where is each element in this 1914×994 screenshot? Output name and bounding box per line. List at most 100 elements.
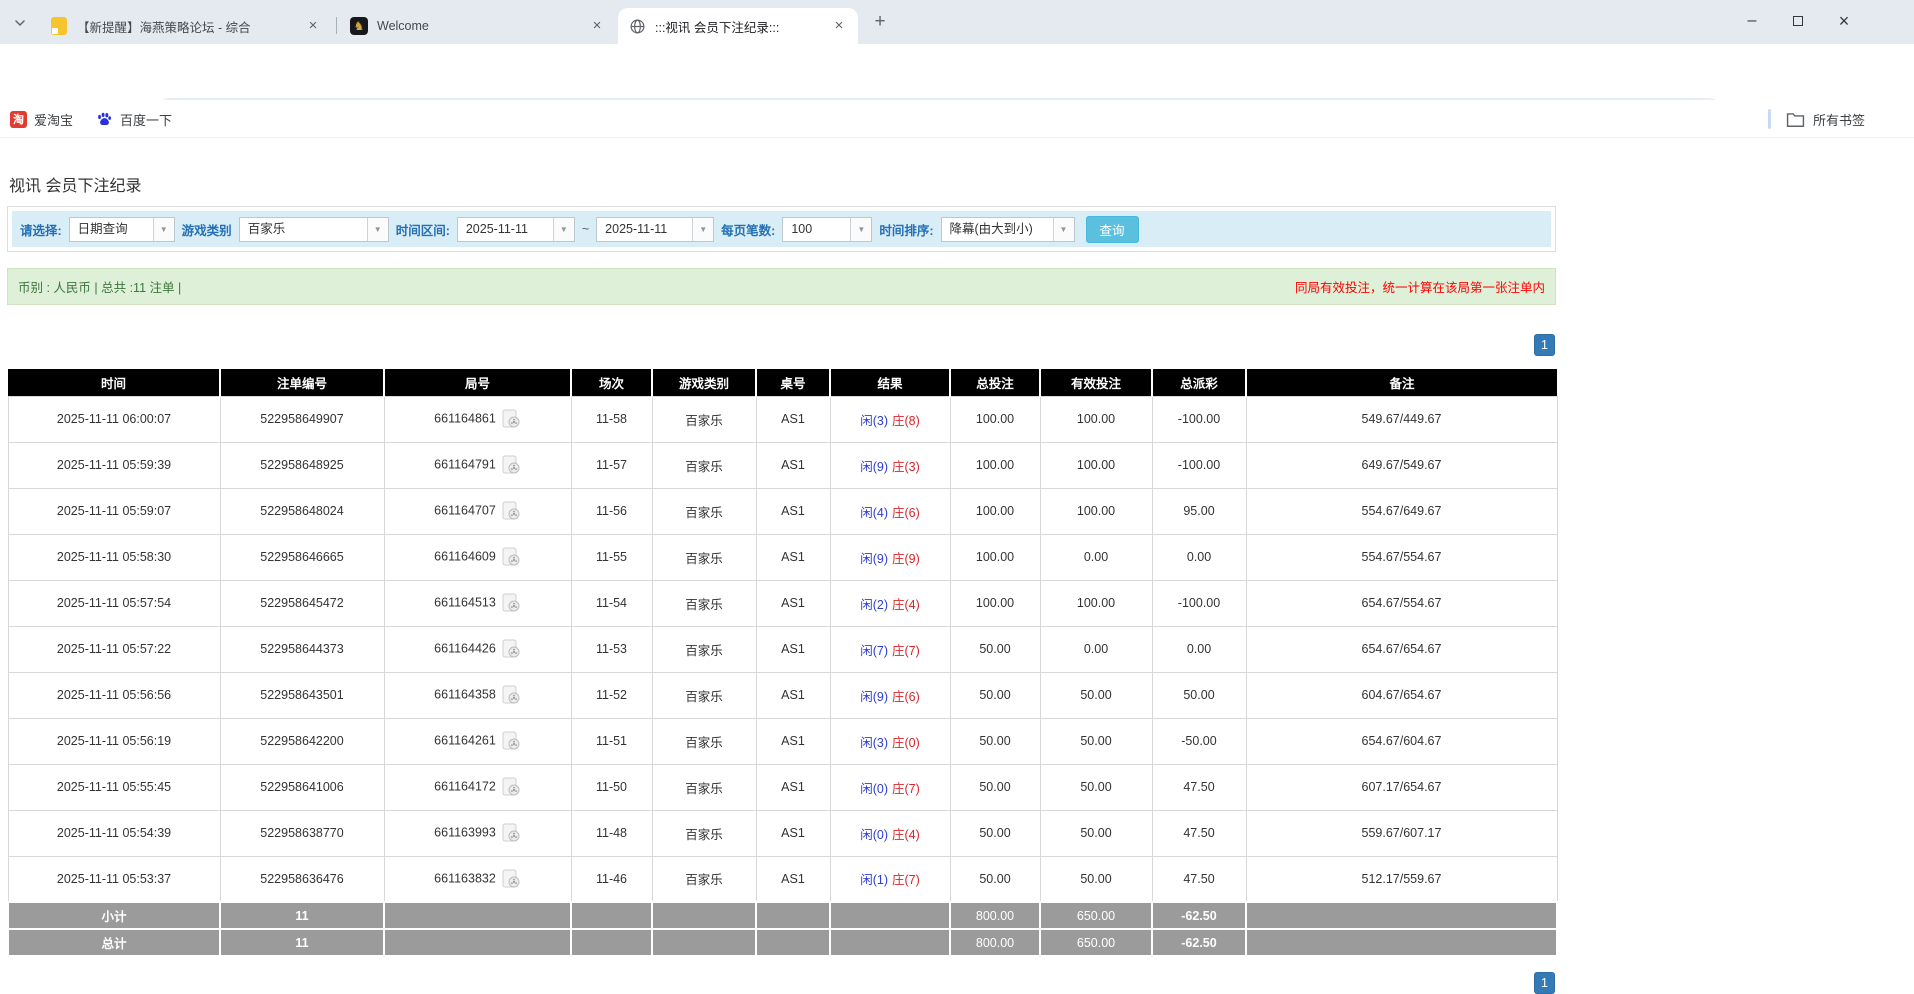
window-close-button[interactable]: × xyxy=(1821,0,1867,42)
window-maximize-button[interactable] xyxy=(1775,0,1821,42)
bookmarks-separator xyxy=(1768,109,1771,129)
tab-betrecord-active[interactable]: :::视讯 会员下注纪录::: × xyxy=(618,8,858,44)
tab-close-icon[interactable]: × xyxy=(304,17,322,35)
cell-total-bet[interactable]: 100.00 xyxy=(949,441,1041,489)
cell-total-bet[interactable]: 50.00 xyxy=(949,717,1041,765)
game-video-icon[interactable] xyxy=(501,409,521,429)
game-video-icon[interactable] xyxy=(501,593,521,613)
tab-title: Welcome xyxy=(377,19,429,33)
cell-result: 闲(9) 庄(3) xyxy=(829,441,951,489)
pagination-page-1-top[interactable]: 1 xyxy=(1534,334,1555,356)
game-video-icon[interactable] xyxy=(501,685,521,705)
query-mode-select[interactable]: 日期查询 ▼ xyxy=(68,216,175,242)
chevron-down-icon[interactable]: ▼ xyxy=(366,217,388,241)
game-video-icon[interactable] xyxy=(501,501,521,521)
banker-result: 庄(7) xyxy=(892,643,920,658)
date-from-select[interactable]: 2025-11-11 ▼ xyxy=(456,216,575,242)
cell-total-bet[interactable]: 50.00 xyxy=(949,763,1041,811)
search-button[interactable]: 查询 xyxy=(1085,215,1139,243)
chevron-down-icon[interactable]: ▼ xyxy=(152,217,174,241)
cell-game-type: 百家乐 xyxy=(651,809,757,857)
cell-time: 2025-11-11 05:59:07 xyxy=(7,487,221,535)
header-round-no: 局号 xyxy=(383,369,571,396)
player-result: 闲(9) xyxy=(860,551,888,566)
date-to-select[interactable]: 2025-11-11 ▼ xyxy=(596,216,715,242)
cell-total-bet[interactable]: 100.00 xyxy=(949,533,1041,581)
window-minimize-button[interactable]: – xyxy=(1729,0,1775,42)
cell-note: 649.67/549.67 xyxy=(1245,441,1558,489)
folder-icon xyxy=(1786,111,1805,128)
tab-welcome[interactable]: ♞ Welcome × xyxy=(340,8,616,44)
tab-search-chevron-icon[interactable] xyxy=(10,13,30,33)
filter-panel: 请选择: 日期查询 ▼ 游戏类别 百家乐 ▼ 时间区间: 2025-11-11 … xyxy=(7,206,1556,252)
tab-close-icon[interactable]: × xyxy=(830,17,848,35)
game-video-icon[interactable] xyxy=(501,823,521,843)
tab-title: :::视讯 会员下注纪录::: xyxy=(655,20,780,35)
cell-bet-no: 522958643501 xyxy=(219,671,385,719)
chevron-down-icon[interactable]: ▼ xyxy=(692,217,714,241)
game-type-select[interactable]: 百家乐 ▼ xyxy=(238,216,389,242)
player-result: 闲(0) xyxy=(860,827,888,842)
cell-time: 2025-11-11 05:56:19 xyxy=(7,717,221,765)
header-valid-bet: 有效投注 xyxy=(1039,369,1152,396)
cell-round-no: 661163993 xyxy=(383,809,572,857)
bookmarks-bar: 淘 爱淘宝 百度一下 所有书签 xyxy=(0,100,1914,138)
cell-note: 604.67/654.67 xyxy=(1245,671,1558,719)
cell-total-bet[interactable]: 50.00 xyxy=(949,625,1041,673)
cell-game-type: 百家乐 xyxy=(651,717,757,765)
chevron-down-icon[interactable]: ▼ xyxy=(1052,217,1074,241)
cell-total-bet[interactable]: 50.00 xyxy=(949,855,1041,903)
cell-time: 2025-11-11 05:58:30 xyxy=(7,533,221,581)
new-tab-button[interactable]: + xyxy=(868,10,892,34)
bookmark-baidu[interactable]: 百度一下 xyxy=(96,108,172,130)
cell-bet-no: 522958648024 xyxy=(219,487,385,535)
cell-result: 闲(1) 庄(7) xyxy=(829,855,951,903)
header-total-bet: 总投注 xyxy=(949,369,1040,396)
bookmark-taobao[interactable]: 淘 爱淘宝 xyxy=(10,108,73,130)
cell-game-type: 百家乐 xyxy=(651,625,757,673)
per-page-select[interactable]: 100 ▼ xyxy=(782,216,873,242)
chevron-down-icon[interactable]: ▼ xyxy=(552,217,574,241)
cell-bet-no: 522958645472 xyxy=(219,579,385,627)
all-bookmarks-button[interactable]: 所有书签 xyxy=(1786,108,1865,130)
cell-total-bet[interactable]: 100.00 xyxy=(949,579,1041,627)
grand-total-valid-bet: 650.00 xyxy=(1039,928,1153,957)
currency-summary: 币别 : 人民币 | 总共 :11 注单 | xyxy=(18,281,182,295)
game-video-icon[interactable] xyxy=(501,777,521,797)
game-video-icon[interactable] xyxy=(501,731,521,751)
cell-total-bet[interactable]: 100.00 xyxy=(949,395,1041,443)
cell-payout: -100.00 xyxy=(1151,395,1247,443)
cell-time: 2025-11-11 05:56:56 xyxy=(7,671,221,719)
cell-total-bet[interactable]: 50.00 xyxy=(949,671,1041,719)
cell-round-no: 661164513 xyxy=(383,579,572,627)
sort-order-select[interactable]: 降幕(由大到小) ▼ xyxy=(940,216,1075,242)
cell-total-bet[interactable]: 100.00 xyxy=(949,487,1041,535)
cell-round-no: 661164707 xyxy=(383,487,572,535)
maximize-icon xyxy=(1793,16,1803,26)
filter-bar: 请选择: 日期查询 ▼ 游戏类别 百家乐 ▼ 时间区间: 2025-11-11 … xyxy=(12,211,1551,247)
cell-bet-no: 522958648925 xyxy=(219,441,385,489)
player-result: 闲(7) xyxy=(860,643,888,658)
all-bookmarks-label: 所有书签 xyxy=(1813,112,1866,128)
banker-result: 庄(8) xyxy=(892,413,920,428)
cell-table-no: AS1 xyxy=(755,579,831,627)
cell-table-no: AS1 xyxy=(755,533,831,581)
tab-close-icon[interactable]: × xyxy=(588,17,606,35)
game-video-icon[interactable] xyxy=(501,455,521,475)
cell-time: 2025-11-11 06:00:07 xyxy=(7,395,221,443)
game-video-icon[interactable] xyxy=(501,869,521,889)
game-video-icon[interactable] xyxy=(501,547,521,567)
chevron-down-icon[interactable]: ▼ xyxy=(850,217,872,241)
cell-session: 11-50 xyxy=(570,763,653,811)
cell-note: 559.67/607.17 xyxy=(1245,809,1558,857)
subtotal-total-bet: 800.00 xyxy=(949,901,1041,930)
tab-forum[interactable]: 【新提醒】海燕策略论坛 - 综合 × xyxy=(40,8,332,44)
pagination-page-1-bottom[interactable]: 1 xyxy=(1534,972,1555,994)
game-video-icon[interactable] xyxy=(501,639,521,659)
cell-bet-no: 522958644373 xyxy=(219,625,385,673)
time-range-label: 时间区间: xyxy=(395,223,450,238)
cell-table-no: AS1 xyxy=(755,625,831,673)
cell-total-bet[interactable]: 50.00 xyxy=(949,809,1041,857)
cell-note: 549.67/449.67 xyxy=(1245,395,1558,443)
cell-game-type: 百家乐 xyxy=(651,579,757,627)
